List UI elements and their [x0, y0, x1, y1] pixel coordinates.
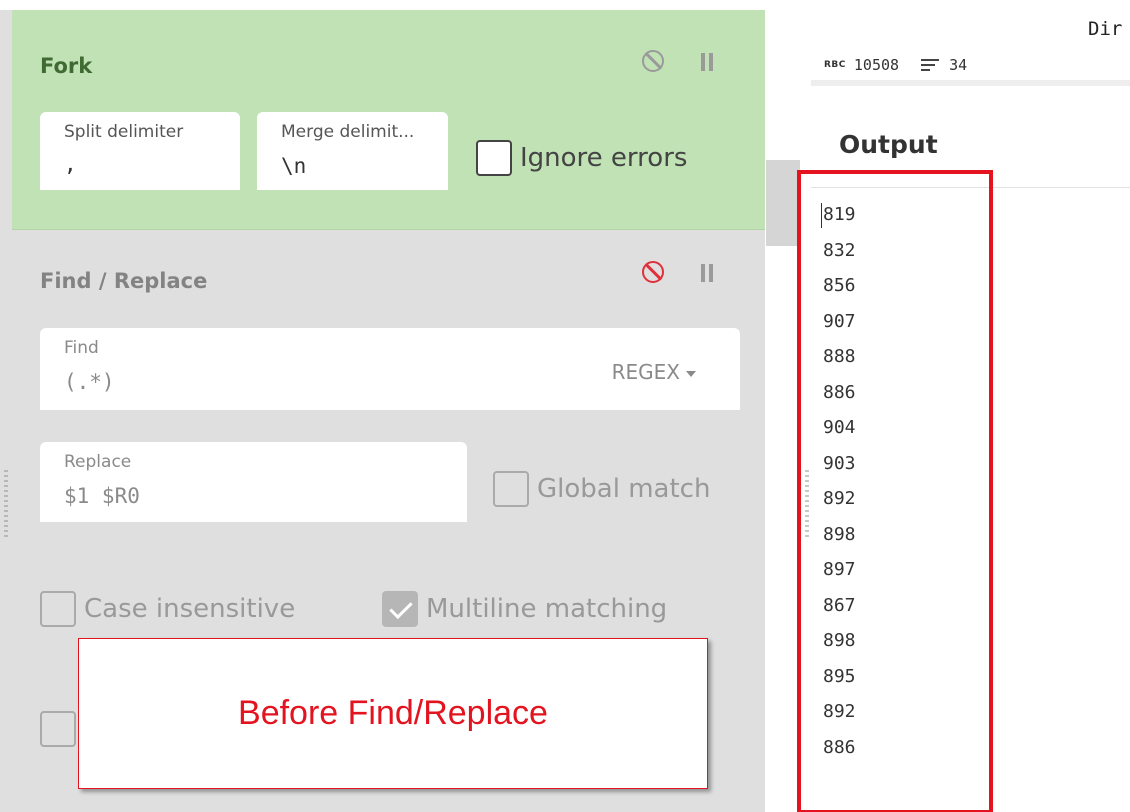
ignore-errors-checkbox[interactable]	[476, 140, 512, 176]
abc-icon: RBC	[824, 60, 846, 70]
global-match-label: Global match	[537, 474, 711, 504]
find-mode-label: REGEX	[611, 360, 680, 384]
fork-title: Fork	[40, 54, 93, 78]
input-text-fragment: Dir	[1088, 18, 1123, 40]
pane-resize-handle[interactable]	[4, 470, 8, 540]
merge-delimiter-field[interactable]: Merge delimit... \n	[257, 112, 448, 190]
find-value: (.*)	[64, 370, 115, 394]
ignore-errors-label: Ignore errors	[520, 143, 688, 173]
split-delimiter-value: ,	[64, 152, 77, 176]
input-stats: RBC 10508 34	[824, 56, 967, 74]
lines-icon	[921, 59, 940, 71]
find-replace-breakpoint-icon[interactable]	[700, 264, 714, 282]
find-field[interactable]: Find (.*) REGEX	[40, 328, 740, 410]
recipe-scrollbar[interactable]	[765, 0, 801, 812]
global-match-checkbox[interactable]	[493, 471, 529, 507]
replace-value: $1 $R0	[64, 484, 140, 508]
multiline-matching-checkbox[interactable]	[382, 591, 418, 627]
find-replace-title: Find / Replace	[40, 269, 208, 293]
case-insensitive-checkbox[interactable]	[40, 591, 76, 627]
replace-label: Replace	[64, 452, 132, 472]
output-title: Output	[839, 130, 938, 159]
ignore-errors-option[interactable]: Ignore errors	[476, 140, 687, 176]
input-char-count: 10508	[853, 56, 900, 74]
multiline-matching-option[interactable]: Multiline matching	[382, 591, 667, 627]
split-delimiter-label: Split delimiter	[64, 122, 184, 142]
annotation-text: Before Find/Replace	[238, 694, 548, 732]
merge-delimiter-value: \n	[281, 154, 307, 178]
output-highlight-box	[797, 170, 993, 812]
merge-delimiter-label: Merge delimit...	[281, 122, 415, 142]
case-insensitive-option[interactable]: Case insensitive	[40, 591, 295, 627]
case-insensitive-label: Case insensitive	[84, 594, 296, 624]
input-line-count: 34	[949, 56, 968, 74]
global-match-option[interactable]: Global match	[493, 471, 710, 507]
split-delimiter-field[interactable]: Split delimiter ,	[40, 112, 240, 190]
multiline-matching-label: Multiline matching	[426, 594, 668, 624]
recipe-top-edge	[0, 0, 765, 10]
find-replace-disable-icon[interactable]	[642, 261, 664, 283]
recipe-scrollbar-thumb[interactable]	[766, 160, 800, 246]
annotation-callout: Before Find/Replace	[78, 638, 708, 789]
fork-operation: Fork Split delimiter , Merge delimit... …	[12, 10, 765, 230]
find-mode-dropdown[interactable]: REGEX	[612, 360, 696, 384]
find-label: Find	[64, 338, 99, 358]
dot-matches-all-checkbox[interactable]	[40, 711, 76, 747]
replace-field[interactable]: Replace $1 $R0	[40, 442, 467, 522]
fork-breakpoint-icon[interactable]	[700, 53, 714, 71]
input-panel-footer: Dir RBC 10508 34	[811, 0, 1130, 86]
caret-down-icon	[686, 370, 696, 377]
fork-disable-icon[interactable]	[642, 50, 664, 72]
